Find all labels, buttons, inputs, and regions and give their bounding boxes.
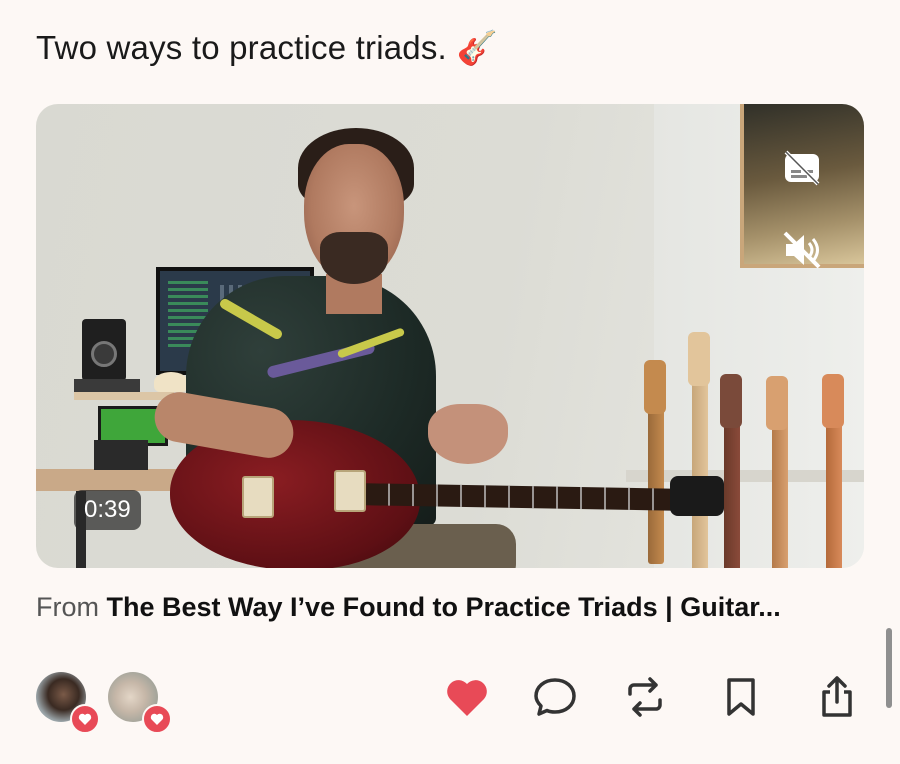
captions-off-icon[interactable] <box>780 146 824 190</box>
reply-button[interactable] <box>530 672 580 722</box>
heart-icon <box>70 704 100 734</box>
repost-icon <box>628 677 662 717</box>
post-text-body: Two ways to practice triads. <box>36 29 447 66</box>
comment-icon <box>534 678 576 716</box>
heart-icon <box>142 704 172 734</box>
video-duration: 0:39 <box>74 490 141 530</box>
guitar-emoji: 🎸 <box>456 29 499 66</box>
post-text: Two ways to practice triads. 🎸 <box>36 26 498 70</box>
heart-filled-icon <box>447 680 487 716</box>
repost-button[interactable] <box>620 672 670 722</box>
bookmark-button[interactable] <box>716 672 766 722</box>
bookmark-icon <box>727 678 755 716</box>
source-prefix: From <box>36 592 99 622</box>
volume-muted-icon[interactable] <box>780 228 824 272</box>
video-frame-speaker <box>82 319 126 381</box>
share-icon <box>822 676 852 717</box>
scrollbar[interactable] <box>886 628 892 708</box>
share-button[interactable] <box>812 672 862 722</box>
source-title[interactable]: The Best Way I’ve Found to Practice Tria… <box>107 592 781 622</box>
source-link[interactable]: From The Best Way I’ve Found to Practice… <box>36 590 866 624</box>
like-button[interactable] <box>442 672 492 722</box>
video-player[interactable]: 0:39 <box>36 104 864 568</box>
